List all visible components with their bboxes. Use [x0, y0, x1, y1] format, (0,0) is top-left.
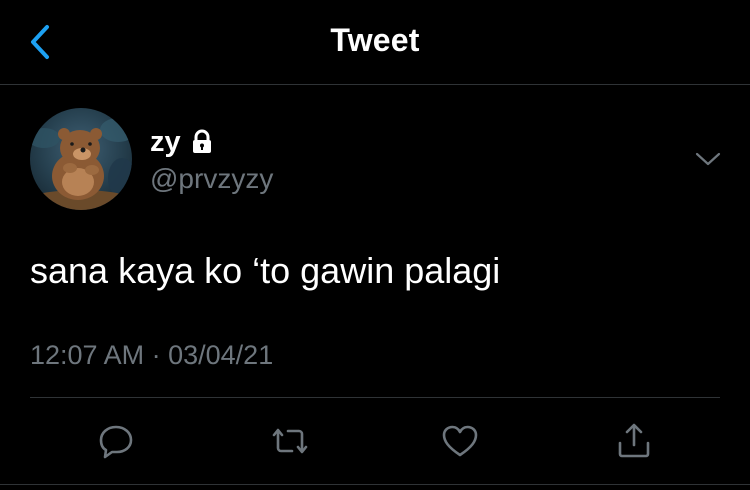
- more-options-button[interactable]: [690, 145, 726, 173]
- share-icon: [618, 423, 650, 458]
- like-button[interactable]: [434, 415, 486, 467]
- reply-icon: [99, 425, 133, 459]
- action-bar: [0, 415, 750, 467]
- reply-button[interactable]: [90, 415, 142, 467]
- share-button[interactable]: [608, 415, 660, 467]
- author-name-row[interactable]: zy: [150, 124, 213, 160]
- bottom-divider: [0, 484, 750, 485]
- tweet-timestamp[interactable]: 12:07 AM · 03/04/21: [30, 340, 273, 371]
- retweet-button[interactable]: [264, 415, 316, 467]
- avatar[interactable]: [30, 108, 132, 210]
- timestamp-separator: ·: [151, 340, 161, 370]
- page-title: Tweet: [330, 22, 420, 58]
- author-handle[interactable]: @prvzyzy: [150, 163, 273, 195]
- bear-avatar-image: [30, 108, 132, 210]
- retweet-icon: [272, 428, 308, 454]
- chevron-down-icon: [695, 152, 721, 166]
- top-bar: Tweet: [0, 0, 750, 84]
- header-divider: [0, 84, 750, 85]
- lock-icon: [191, 129, 213, 155]
- tweet-date: 03/04/21: [168, 340, 274, 370]
- heart-icon: [442, 425, 478, 457]
- tweet-time: 12:07 AM: [30, 340, 145, 370]
- tweet-text: sana kaya ko ‘to gawin palagi: [30, 250, 501, 291]
- display-name: zy: [150, 125, 181, 158]
- actions-divider: [30, 397, 720, 398]
